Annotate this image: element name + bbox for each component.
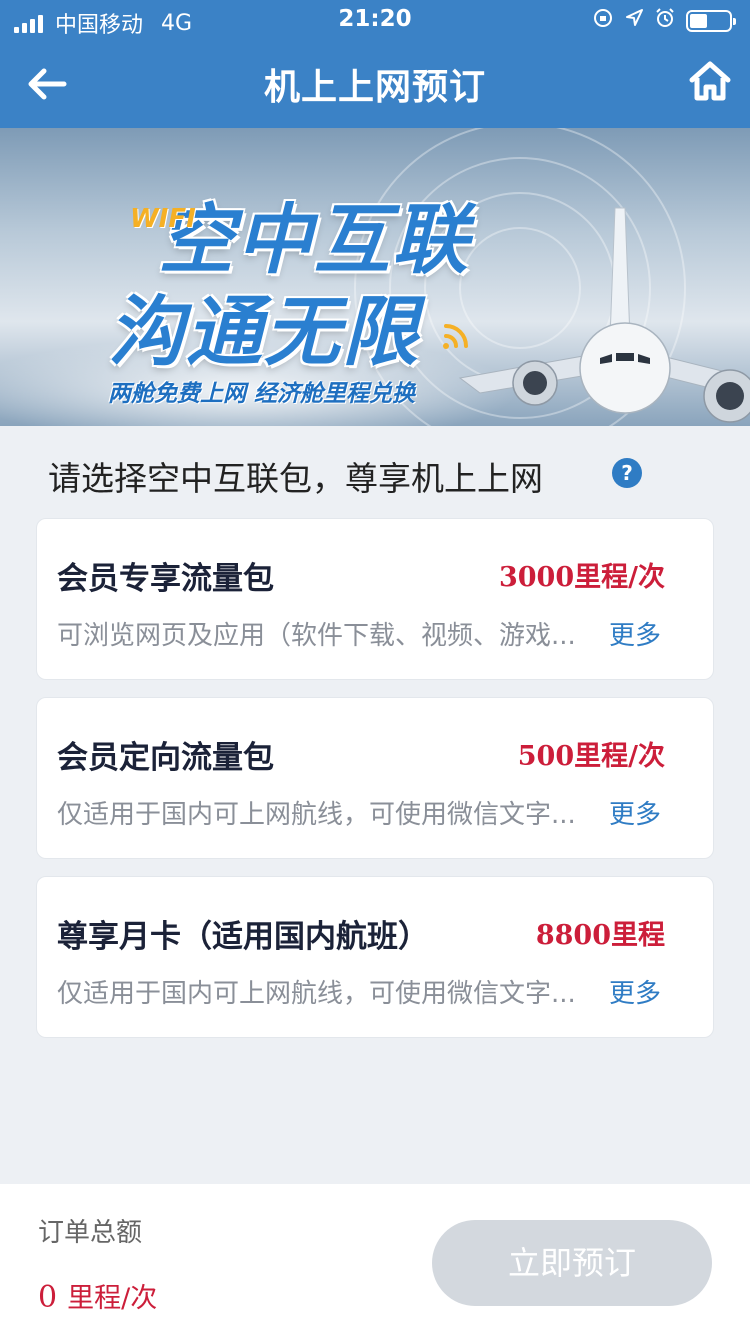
battery-icon <box>686 9 736 32</box>
rotation-lock-icon <box>592 7 614 34</box>
package-name: 尊享月卡（适用国内航班） <box>57 919 429 955</box>
promo-banner[interactable]: 空中互联 WIFI 沟通无限 两舱免费上网 经济舱里程兑换 <box>0 128 750 426</box>
order-total-unit: 里程/次 <box>67 1283 158 1314</box>
order-total-label: 订单总额 <box>38 1218 143 1248</box>
order-total: 0 里程/次 <box>38 1276 157 1315</box>
home-icon <box>689 61 731 101</box>
wifi-tag: WIFI <box>130 204 196 234</box>
package-description: 可浏览网页及应用（软件下载、视频、游戏... <box>57 621 576 651</box>
wifi-waves-icon <box>443 324 468 349</box>
more-link[interactable]: 更多 <box>609 615 661 652</box>
home-button[interactable] <box>688 56 732 104</box>
top-bar: 中国移动 4G 21:20 机上上网预订 <box>0 0 750 128</box>
package-name: 会员定向流量包 <box>57 740 274 776</box>
package-price: 8800里程 <box>535 920 665 951</box>
package-description: 仅适用于国内可上网航线，可使用微信文字... <box>57 979 576 1009</box>
alarm-icon <box>654 7 676 34</box>
order-total-value: 0 <box>38 1280 58 1315</box>
package-card[interactable]: 会员专享流量包 3000里程/次 可浏览网页及应用（软件下载、视频、游戏... … <box>36 518 714 680</box>
order-bar: 订单总额 0 里程/次 立即预订 <box>0 1184 750 1334</box>
package-card[interactable]: 尊享月卡（适用国内航班） 8800里程 仅适用于国内可上网航线，可使用微信文字.… <box>36 876 714 1038</box>
help-icon[interactable]: ? <box>612 458 642 488</box>
package-price: 500里程/次 <box>517 741 665 772</box>
more-link[interactable]: 更多 <box>609 973 661 1010</box>
banner-subtitle: 两舱免费上网 经济舱里程兑换 <box>108 381 416 407</box>
airplane-image <box>458 207 750 423</box>
banner-headline-2: 沟通无限 <box>108 287 420 376</box>
location-icon <box>624 8 644 33</box>
nav-bar: 机上上网预订 <box>0 40 750 128</box>
package-price: 3000里程/次 <box>498 562 665 593</box>
book-now-button[interactable]: 立即预订 <box>432 1220 712 1306</box>
package-card[interactable]: 会员定向流量包 500里程/次 仅适用于国内可上网航线，可使用微信文字... 更… <box>36 697 714 859</box>
more-link[interactable]: 更多 <box>609 794 661 831</box>
section-title: 请选择空中互联包，尊享机上上网 <box>48 459 543 498</box>
package-name: 会员专享流量包 <box>57 561 274 597</box>
page-title: 机上上网预订 <box>263 67 486 108</box>
status-bar: 中国移动 4G 21:20 <box>0 0 750 40</box>
package-description: 仅适用于国内可上网航线，可使用微信文字... <box>57 800 576 830</box>
